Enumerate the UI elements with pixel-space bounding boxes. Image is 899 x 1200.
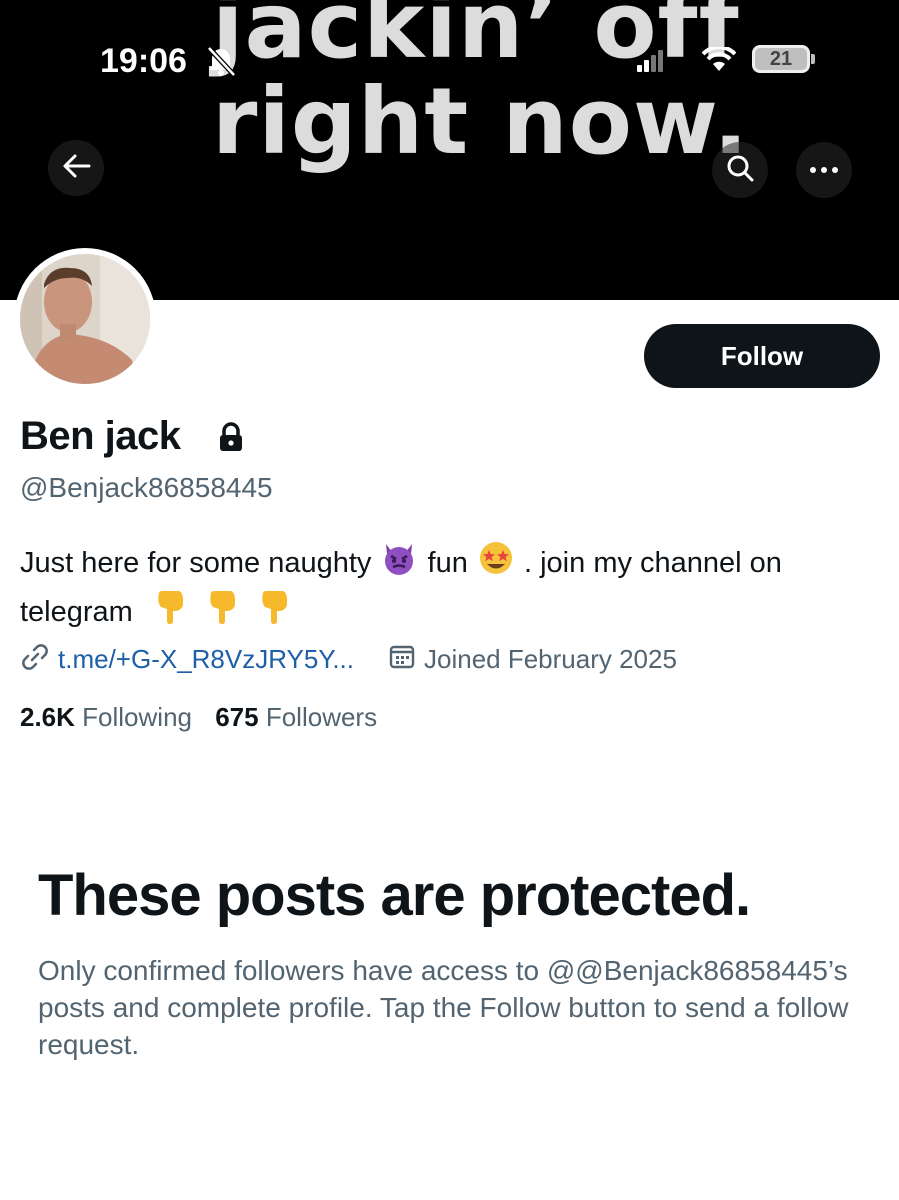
pointing-down-icon	[257, 589, 291, 638]
status-time: 19:06	[100, 42, 187, 80]
search-icon	[725, 153, 755, 188]
followers-count: 675	[215, 702, 259, 732]
followers-label: Followers	[265, 702, 378, 732]
avatar[interactable]	[14, 248, 156, 390]
profile-bio: Just here for some naughty fun . join my…	[20, 540, 880, 638]
back-button[interactable]	[48, 140, 104, 196]
protected-body: Only confirmed followers have access to …	[38, 955, 849, 1060]
banner-text: jackin’ off right now.	[212, 0, 872, 170]
profile-link[interactable]: t.me/+G-X_R8VzJRY5Y...	[20, 642, 354, 677]
lock-icon	[218, 422, 244, 457]
following-label: Following	[82, 702, 192, 732]
profile-banner[interactable]: jackin’ off right now. 19:06 21	[0, 0, 899, 300]
more-horizontal-icon	[809, 161, 839, 179]
star-struck-emoji	[478, 540, 514, 589]
avatar-photo	[20, 254, 150, 384]
profile-link-text[interactable]: t.me/+G-X_R8VzJRY5Y...	[58, 644, 354, 675]
cellular-signal-icon	[637, 50, 665, 77]
profile-name: Ben jack	[20, 414, 181, 458]
protected-title: These posts are protected.	[38, 863, 751, 928]
silent-mode-icon	[204, 45, 238, 82]
banner-line-2: right now.	[212, 68, 750, 175]
arrow-left-icon	[61, 153, 91, 184]
smiling-imp-emoji	[381, 540, 417, 589]
pointing-down-icon	[205, 589, 239, 638]
joined-date: Joined February 2025	[388, 642, 677, 677]
follow-counts: 2.6K Following 675 Followers	[20, 702, 377, 733]
profile-handle: @Benjack86858445	[20, 472, 273, 503]
joined-text: Joined February 2025	[424, 644, 677, 674]
battery-indicator: 21	[752, 45, 810, 73]
search-button[interactable]	[712, 142, 768, 198]
followers-link[interactable]: 675 Followers	[215, 702, 377, 732]
follow-button[interactable]: Follow	[644, 324, 880, 388]
battery-tip	[811, 54, 815, 64]
more-button[interactable]	[796, 142, 852, 198]
bio-text-2: fun	[427, 547, 468, 580]
following-link[interactable]: 2.6K Following	[20, 702, 199, 732]
bio-text-1: Just here for some naughty	[20, 547, 372, 580]
following-count: 2.6K	[20, 702, 75, 732]
pointing-down-icon	[153, 589, 187, 638]
wifi-icon	[701, 45, 737, 78]
calendar-icon	[388, 642, 416, 677]
link-icon	[20, 642, 50, 677]
